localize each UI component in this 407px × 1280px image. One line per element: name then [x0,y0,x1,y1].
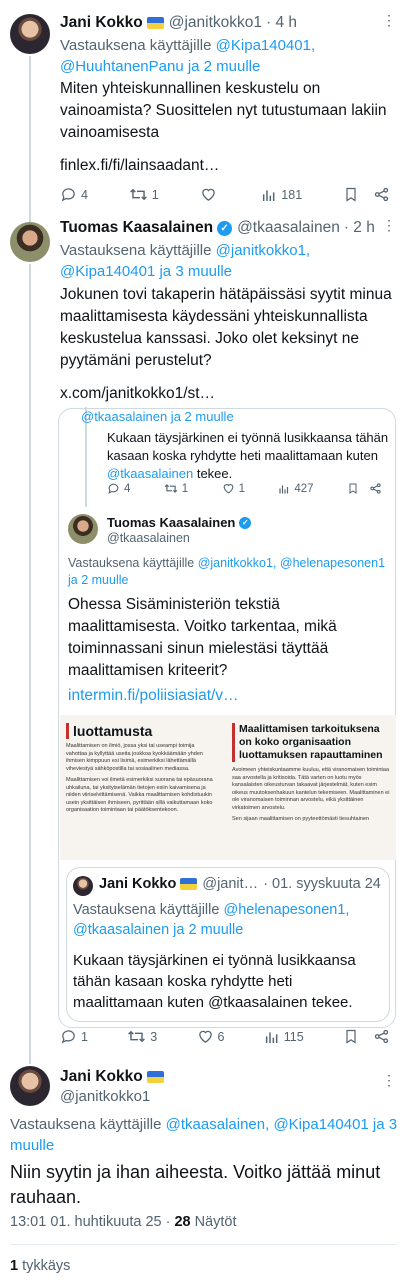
retweet-icon [128,1030,146,1043]
author-name[interactable]: Jani Kokko [60,1068,143,1086]
author-name[interactable]: Jani Kokko [60,14,143,32]
image-paragraph: Maalittamisen voi ilmetä esimerkiksi suo… [66,777,213,813]
tweet-time[interactable]: · 4 h [266,14,297,32]
views-button[interactable]: 181 [261,187,302,203]
quote-text: Ohessa Sisäministeriön tekstiä maalittam… [68,596,337,679]
image-paragraph: Sen sijaan maalittamisen on pyyteettömäs… [232,816,369,822]
tweet-link[interactable]: x.com/janitkokko1/st… [60,383,215,405]
author-name[interactable]: Tuomas Kaasalainen [60,219,213,237]
reply-button[interactable]: 1 [60,1028,88,1045]
bookmark-icon[interactable] [343,186,359,203]
retweet-button[interactable]: 1 [164,482,188,495]
views-button[interactable]: 115 [264,1029,304,1045]
inner-quoted-tweet[interactable]: Jani Kokko @janit… · 01. syyskuuta 24 Va… [66,867,390,1022]
reply-users-link[interactable]: @tkaasalainen ja 2 muulle [81,409,234,424]
views-icon [279,485,289,493]
quoted-parent-text: Kukaan täysjärkinen ei työnnä lusikkaans… [107,430,389,481]
heart-icon [198,1030,212,1043]
avatar[interactable] [68,514,98,544]
likes-label: tykkäys [22,1258,71,1274]
reply-button[interactable]: 4 [107,482,130,495]
author-handle[interactable]: @tkaasalainen [107,531,190,545]
thread-line [29,56,31,222]
author-name[interactable]: Tuomas Kaasalainen [107,515,235,530]
reply-icon [61,1030,75,1044]
heart-icon [201,188,215,201]
retweet-button[interactable]: 1 [129,186,159,203]
ukraine-flag-icon [146,1071,164,1083]
more-icon[interactable]: ⋮ [382,12,397,29]
reply-context: Vastauksena käyttäjille @janitkokko1, @h… [68,556,386,587]
views-icon [263,189,275,201]
verified-icon: ✓ [239,516,252,529]
reply-context: Vastauksena käyttäjille @helenapesonen1,… [73,902,350,938]
thread-line [29,264,31,1064]
tweet-timestamp[interactable]: 13:01 01. huhtikuuta 25 · [10,1214,170,1230]
tweet-link[interactable]: finlex.fi/fi/lainsaadant… [60,155,219,177]
verified-icon: ✓ [217,220,233,236]
ukraine-flag-icon [146,17,164,29]
tweet-time[interactable]: · 01. syyskuuta 24 [263,876,381,892]
author-handle[interactable]: @janitkokko1 [169,14,262,32]
author-name[interactable]: Jani Kokko [99,876,176,892]
reply-icon [108,483,119,494]
retweet-button[interactable]: 3 [127,1028,157,1045]
tweet-text: Niin syytin ja ihan aiheesta. Voitko jät… [10,1162,381,1207]
more-icon[interactable]: ⋮ [382,217,397,234]
bookmark-icon[interactable] [343,1028,359,1045]
likes-summary[interactable]: 1 tykkäys [10,1258,70,1274]
author-handle[interactable]: @janitkokko1 [60,1088,150,1105]
share-icon[interactable] [373,186,390,203]
views-button[interactable]: 427 [278,483,314,495]
tweet-text: Miten yhteiskunnallinen keskustelu on va… [60,80,387,141]
more-icon[interactable]: ⋮ [382,1072,397,1089]
quoted-tweet[interactable]: @tkaasalainen ja 2 muulle Kukaan täysjär… [58,407,396,1028]
reply-context: Vastauksena käyttäjille @Kipa140401, @Hu… [60,37,316,75]
views-icon [265,1031,278,1043]
image-heading: Maalittamisen tarkoituksena on koko orga… [232,723,390,762]
avatar[interactable] [10,14,50,54]
author-handle[interactable]: @janit… [202,876,258,892]
tweet-text: Jokunen tovi takaperin hätäpäissäsi syyt… [60,286,392,369]
image-heading: luottamusta [66,723,214,739]
reply-context: Vastauksena käyttäjille @tkaasalainen, @… [10,1116,398,1154]
likes-count: 1 [10,1258,19,1274]
inner-quote-text: Kukaan täysjärkinen ei työnnä lusikkaans… [73,952,356,1011]
avatar[interactable] [10,222,50,262]
reply-icon [61,188,75,202]
heart-icon [223,484,233,494]
ukraine-flag-icon [180,878,198,890]
avatar[interactable] [73,876,93,896]
tweet-time[interactable]: · 2 h [344,219,375,237]
views-count: 28 [174,1214,191,1230]
retweet-icon [129,188,147,201]
like-button[interactable]: 6 [197,1028,224,1045]
image-paragraph: Avoimeen yhteiskuntaamme kuuluu, että vi… [232,767,390,811]
avatar[interactable] [10,1066,50,1106]
divider [10,1244,397,1245]
quote-link[interactable]: intermin.fi/poliisiasiat/v… [68,687,239,705]
reply-button[interactable]: 4 [60,186,88,203]
retweet-icon [164,484,178,493]
embedded-image[interactable]: luottamusta Maalittamisen on ilmiö, joss… [60,715,396,860]
views-label: Näytöt [194,1214,237,1230]
share-icon[interactable] [369,482,382,495]
reply-context: Vastauksena käyttäjille @janitkokko1, @K… [60,242,311,280]
author-handle[interactable]: @tkaasalainen [237,219,340,237]
tweet-meta: 13:01 01. huhtikuuta 25 · 28 Näytöt [10,1214,237,1230]
like-button[interactable] [200,186,221,203]
bookmark-icon[interactable] [347,482,359,495]
image-paragraph: Maalittamisen on ilmiö, jossa yksi tai u… [66,743,203,772]
share-icon[interactable] [373,1028,390,1045]
like-button[interactable]: 1 [222,482,245,495]
